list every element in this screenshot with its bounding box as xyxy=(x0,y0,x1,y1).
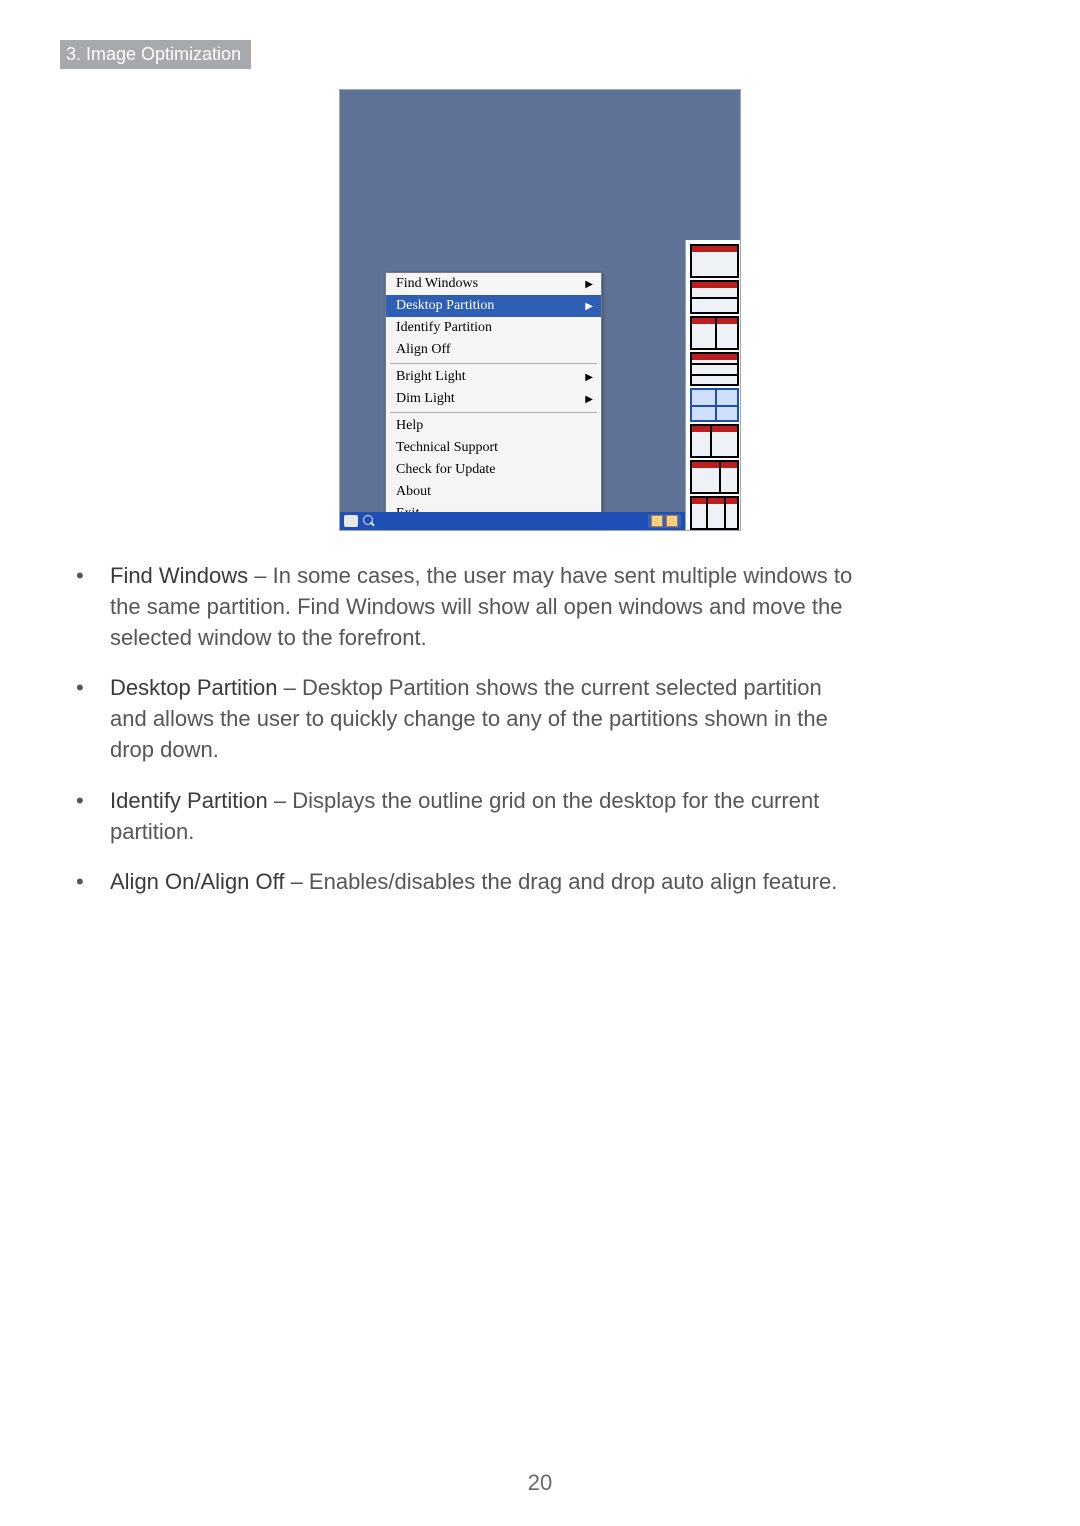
menu-item[interactable]: Help xyxy=(386,415,601,437)
menu-item[interactable]: Align Off xyxy=(386,339,601,361)
partition-icons-column xyxy=(685,240,740,530)
page-number: 20 xyxy=(0,1470,1080,1496)
menu-item[interactable]: Dim Light ▶ xyxy=(386,388,601,410)
partition-thumb xyxy=(690,280,739,314)
menu-item-label: Check for Update xyxy=(396,462,496,478)
menu-item-label: Identify Partition xyxy=(396,320,492,336)
list-item: Identify Partition – Displays the outlin… xyxy=(60,786,860,848)
list-item-text: – Enables/disables the drag and drop aut… xyxy=(284,869,837,894)
partition-thumb xyxy=(690,496,739,530)
taskbar xyxy=(340,512,685,530)
partition-thumb xyxy=(690,244,739,278)
menu-item-label: Dim Light xyxy=(396,391,455,407)
menu-item[interactable]: Bright Light ▶ xyxy=(386,366,601,388)
menu-item-label: Align Off xyxy=(396,342,451,358)
partition-thumb xyxy=(690,424,739,458)
context-menu: Find Windows ▶ Desktop Partition ▶ Identify … xyxy=(385,272,602,526)
menu-item[interactable]: About xyxy=(386,481,601,503)
section-header: 3. Image Optimization xyxy=(60,40,251,69)
list-item-term: Align On/Align Off xyxy=(110,869,284,894)
submenu-arrow-icon: ▶ xyxy=(585,279,593,290)
tray-icon xyxy=(651,515,663,527)
list-item-term: Find Windows xyxy=(110,563,248,588)
menu-item-label: About xyxy=(396,484,431,500)
list-item: Find Windows – In some cases, the user m… xyxy=(60,561,860,653)
list-item-term: Identify Partition xyxy=(110,788,268,813)
menu-separator xyxy=(390,363,597,364)
taskbar-app-icon xyxy=(344,515,358,527)
menu-item[interactable]: Technical Support xyxy=(386,437,601,459)
partition-thumb xyxy=(690,316,739,350)
menu-item-label: Desktop Partition xyxy=(396,298,494,314)
menu-item-label: Technical Support xyxy=(396,440,498,456)
submenu-arrow-icon: ▶ xyxy=(585,394,593,405)
menu-item[interactable]: Desktop Partition ▶ xyxy=(386,295,601,317)
system-tray xyxy=(648,514,681,528)
menu-item-label: Find Windows xyxy=(396,276,478,292)
partition-thumb xyxy=(690,460,739,494)
submenu-arrow-icon: ▶ xyxy=(585,301,593,312)
menu-item-label: Bright Light xyxy=(396,369,466,385)
partition-thumb-selected xyxy=(690,388,739,422)
submenu-arrow-icon: ▶ xyxy=(585,372,593,383)
search-icon xyxy=(362,515,376,527)
partition-thumb xyxy=(690,352,739,386)
menu-item-label: Help xyxy=(396,418,423,434)
screenshot-figure: Find Windows ▶ Desktop Partition ▶ Identify … xyxy=(339,89,741,531)
menu-separator xyxy=(390,412,597,413)
menu-item[interactable]: Identify Partition xyxy=(386,317,601,339)
list-item: Align On/Align Off – Enables/disables th… xyxy=(60,867,860,898)
body-text: Find Windows – In some cases, the user m… xyxy=(60,561,860,898)
list-item: Desktop Partition – Desktop Partition sh… xyxy=(60,673,860,765)
menu-item[interactable]: Find Windows ▶ xyxy=(386,273,601,295)
menu-item[interactable]: Check for Update xyxy=(386,459,601,481)
tray-icon xyxy=(666,515,678,527)
list-item-term: Desktop Partition xyxy=(110,675,278,700)
